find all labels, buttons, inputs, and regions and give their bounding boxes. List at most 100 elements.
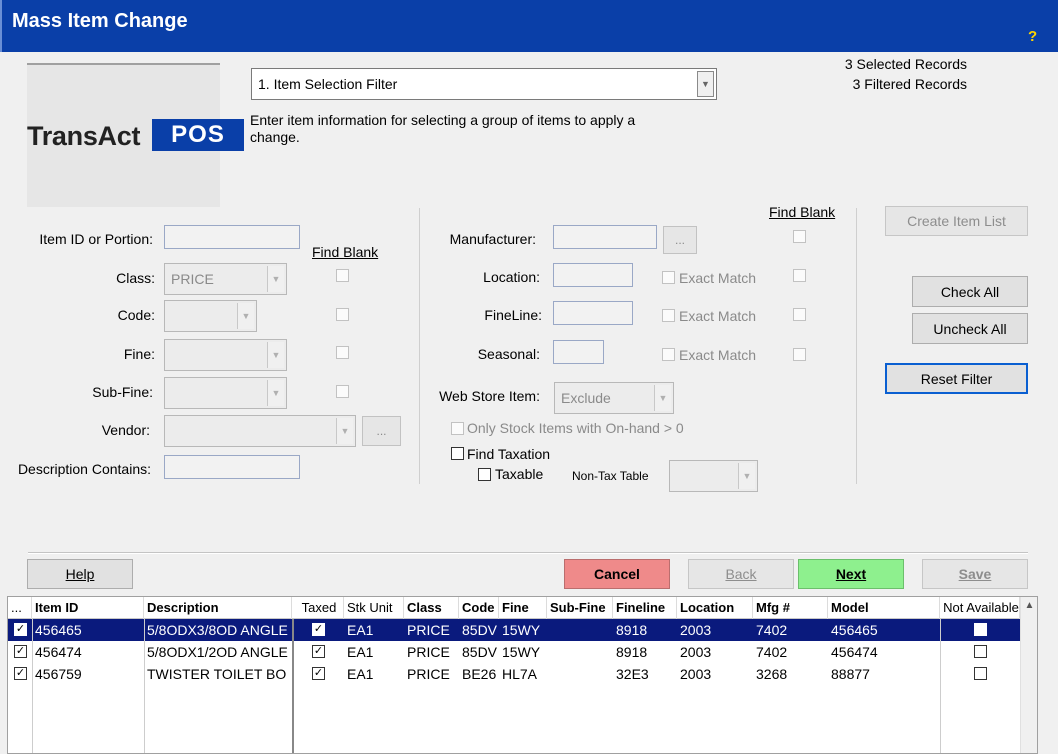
- check-all-button[interactable]: Check All: [912, 276, 1028, 307]
- cell-mfg: 7402: [756, 644, 788, 660]
- column-header-class[interactable]: Class: [404, 597, 459, 619]
- location-input[interactable]: [553, 263, 633, 287]
- chevron-down-icon[interactable]: ▼: [697, 71, 714, 97]
- select-checkbox[interactable]: ✓: [14, 623, 27, 636]
- column-header-sub-fine[interactable]: Sub-Fine: [547, 597, 613, 619]
- save-button[interactable]: Save: [922, 559, 1028, 589]
- next-button[interactable]: Next: [798, 559, 904, 589]
- only-stock-checkbox[interactable]: [451, 422, 464, 435]
- fineline-input[interactable]: [553, 301, 633, 325]
- cell-location: 2003: [680, 644, 712, 660]
- create-item-list-button[interactable]: Create Item List: [885, 206, 1028, 236]
- column-divider: [856, 208, 857, 484]
- chevron-down-icon[interactable]: ▼: [336, 418, 353, 444]
- webstore-select[interactable]: Exclude ▼: [554, 382, 674, 414]
- column-header-description[interactable]: Description: [144, 597, 292, 619]
- column-header-model[interactable]: Model: [828, 597, 940, 619]
- cell-fineline: 32E3: [616, 666, 649, 682]
- column-header-code[interactable]: Code: [459, 597, 499, 619]
- nontax-table-select[interactable]: ▼: [669, 460, 758, 492]
- vendor-lookup-button[interactable]: ...: [362, 416, 401, 446]
- location-find-blank-checkbox[interactable]: [793, 269, 806, 282]
- class-find-blank-checkbox[interactable]: [336, 269, 349, 282]
- manufacturer-find-blank-checkbox[interactable]: [793, 230, 806, 243]
- taxed-checkbox[interactable]: ✓: [312, 667, 325, 680]
- code-find-blank-checkbox[interactable]: [336, 308, 349, 321]
- only-stock-label: Only Stock Items with On-hand > 0: [467, 420, 684, 436]
- column-header-mfg[interactable]: Mfg #: [753, 597, 828, 619]
- cancel-button[interactable]: Cancel: [564, 559, 670, 589]
- table-row[interactable]: ✓ 456465 5/8ODX3/8OD ANGLE ✓ EA1 PRICE 85DV 15W…: [8, 619, 1020, 641]
- subfine-select[interactable]: ▼: [164, 377, 287, 409]
- cell-fineline: 8918: [616, 622, 648, 638]
- not-available-checkbox[interactable]: [974, 667, 987, 680]
- fine-find-blank-checkbox[interactable]: [336, 346, 349, 359]
- taxed-checkbox[interactable]: ✓: [312, 645, 325, 658]
- class-select[interactable]: PRICE ▼: [164, 263, 287, 295]
- not-available-checkbox[interactable]: [974, 623, 987, 636]
- vendor-label: Vendor:: [101, 422, 150, 438]
- chevron-down-icon[interactable]: ▼: [267, 342, 284, 368]
- manufacturer-input[interactable]: [553, 225, 657, 249]
- step-select[interactable]: 1. Item Selection Filter ▼: [251, 68, 717, 100]
- grid-scrollbar[interactable]: ▲: [1020, 597, 1037, 753]
- table-row[interactable]: ✓ 456759 TWISTER TOILET BO ✓ EA1 PRICE BE26 HL7…: [8, 663, 1020, 685]
- column-header-fine[interactable]: Fine: [499, 597, 547, 619]
- chevron-down-icon[interactable]: ▼: [738, 463, 755, 489]
- select-checkbox[interactable]: ✓: [14, 667, 27, 680]
- chevron-down-icon[interactable]: ▼: [267, 380, 284, 406]
- uncheck-all-button[interactable]: Uncheck All: [912, 313, 1028, 344]
- column-divider: [144, 619, 145, 753]
- find-blank-header-left: Find Blank: [312, 244, 379, 260]
- seasonal-exact-match-checkbox[interactable]: [662, 348, 675, 361]
- subfine-label: Sub-Fine:: [92, 384, 153, 400]
- column-header-stk-unit[interactable]: Stk Unit: [344, 597, 404, 619]
- manufacturer-lookup-button[interactable]: ...: [663, 226, 697, 254]
- description-input[interactable]: [164, 455, 300, 479]
- help-button[interactable]: Help: [27, 559, 133, 589]
- location-exact-match-checkbox[interactable]: [662, 271, 675, 284]
- grid-header: ... Item ID Description Taxed Stk Unit Class C…: [8, 597, 1022, 619]
- help-icon[interactable]: ?: [1028, 28, 1037, 45]
- back-button[interactable]: Back: [688, 559, 794, 589]
- fineline-exact-match-checkbox[interactable]: [662, 309, 675, 322]
- column-divider: [292, 619, 294, 753]
- cell-code: 85DV: [462, 644, 498, 660]
- location-exact-match-label: Exact Match: [679, 270, 757, 286]
- seasonal-input[interactable]: [553, 340, 604, 364]
- find-blank-header-mid: Find Blank: [769, 204, 836, 220]
- vendor-select[interactable]: ▼: [164, 415, 356, 447]
- column-header-fineline[interactable]: Fineline: [613, 597, 677, 619]
- taxed-checkbox[interactable]: ✓: [312, 623, 325, 636]
- column-divider: [419, 208, 420, 484]
- code-select[interactable]: ▼: [164, 300, 257, 332]
- seasonal-find-blank-checkbox[interactable]: [793, 348, 806, 361]
- cell-sub-fine: [547, 641, 613, 663]
- logo-pos-badge: POS: [152, 119, 244, 151]
- column-header-location[interactable]: Location: [677, 597, 753, 619]
- fineline-find-blank-checkbox[interactable]: [793, 308, 806, 321]
- cell-fine: 15WY: [502, 644, 541, 660]
- filtered-records-count: 3 Filtered Records: [852, 76, 967, 92]
- logo-brand: TransAct: [27, 121, 141, 151]
- reset-filter-button[interactable]: Reset Filter: [885, 363, 1028, 394]
- chevron-down-icon[interactable]: ▼: [654, 385, 671, 411]
- not-available-checkbox[interactable]: [974, 645, 987, 658]
- select-checkbox[interactable]: ✓: [14, 645, 27, 658]
- chevron-down-icon[interactable]: ▼: [237, 303, 254, 329]
- subfine-find-blank-checkbox[interactable]: [336, 385, 349, 398]
- column-header-taxed[interactable]: Taxed: [292, 597, 344, 619]
- chevron-down-icon[interactable]: ▼: [267, 266, 284, 292]
- fine-select[interactable]: ▼: [164, 339, 287, 371]
- table-row[interactable]: ✓ 456474 5/8ODX1/2OD ANGLE ✓ EA1 PRICE 85DV 15W…: [8, 641, 1020, 663]
- column-header-item-id[interactable]: Item ID: [32, 597, 144, 619]
- item-id-input[interactable]: [164, 225, 300, 249]
- column-header-select[interactable]: ...: [8, 597, 32, 619]
- taxable-checkbox[interactable]: [478, 468, 491, 481]
- items-grid[interactable]: ... Item ID Description Taxed Stk Unit Class C…: [7, 596, 1038, 754]
- column-header-not-available[interactable]: Not Available: [940, 597, 1020, 619]
- find-taxation-label: Find Taxation: [467, 446, 551, 462]
- find-taxation-checkbox[interactable]: [451, 447, 464, 460]
- selected-records-count: 3 Selected Records: [844, 56, 967, 72]
- scroll-up-icon[interactable]: ▲: [1021, 600, 1037, 611]
